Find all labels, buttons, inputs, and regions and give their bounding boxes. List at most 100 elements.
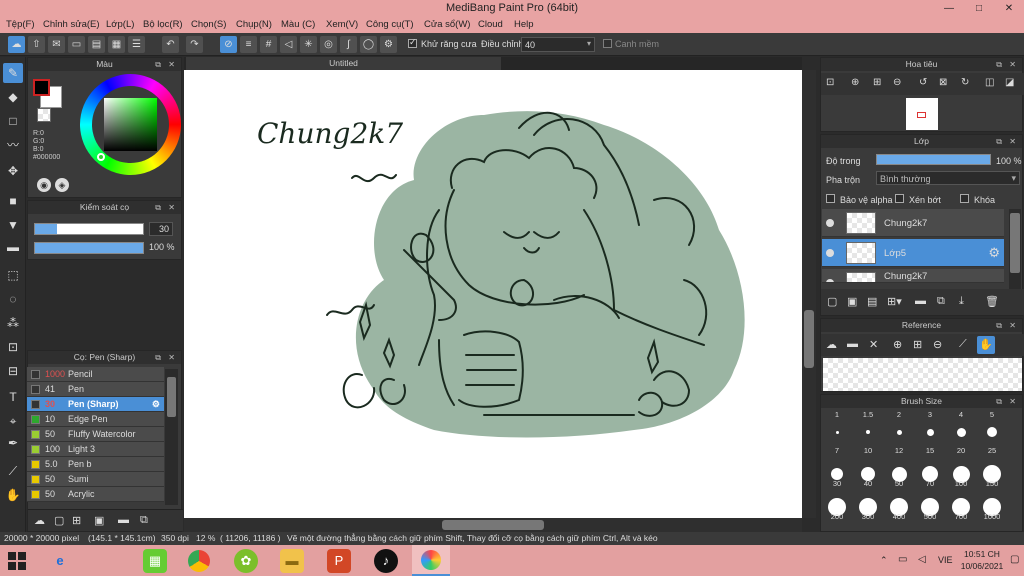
comment-icon[interactable]: ✉	[48, 36, 65, 53]
brush-size-preset[interactable]	[926, 428, 934, 436]
new-brush-icon[interactable]: ▢	[54, 514, 64, 527]
panel-close-icon[interactable]: ✕	[168, 201, 175, 214]
brush-item[interactable]: 10 Edge Pen	[27, 412, 164, 427]
redo-icon[interactable]: ↷	[186, 36, 203, 53]
move-tool-icon[interactable]: ✥	[3, 161, 23, 181]
file-explorer-icon[interactable]: ▬	[280, 549, 304, 573]
radial-snap-icon[interactable]: ✳	[300, 36, 317, 53]
brush-size-preset[interactable]	[835, 430, 839, 434]
minimize-button[interactable]: —	[934, 0, 964, 17]
canvas-hscroll[interactable]	[184, 518, 802, 532]
menu-file[interactable]: Tệp(F)	[6, 19, 35, 30]
new-1bit-layer-icon[interactable]: ▤	[867, 295, 877, 308]
undo-icon[interactable]: ↶	[162, 36, 179, 53]
notification-icon[interactable]: ▢	[1010, 554, 1019, 565]
panel-close-icon[interactable]: ✕	[168, 58, 175, 71]
bluestacks-icon[interactable]: ▦	[143, 549, 167, 573]
gradient-tool-icon[interactable]: ▬	[3, 237, 23, 257]
brush-size-slider[interactable]	[34, 223, 144, 235]
rotate-right-icon[interactable]: ↻	[961, 77, 969, 88]
canvas[interactable]: Chung2k7	[184, 70, 802, 518]
text-tool-icon[interactable]: T	[3, 387, 23, 407]
canvas-vscroll[interactable]	[802, 70, 816, 518]
menu-window[interactable]: Cửa sổ(W)	[424, 19, 470, 30]
menu-edit[interactable]: Chỉnh sửa(E)	[43, 19, 100, 30]
network-icon[interactable]: ▭	[898, 554, 907, 565]
zoom-in-icon[interactable]: ⊕	[851, 77, 859, 88]
soft-edge-checkbox[interactable]	[603, 39, 612, 48]
menu-cloud[interactable]: Cloud	[478, 19, 503, 30]
add-layer-menu-icon[interactable]: ⊞▾	[887, 295, 902, 308]
layer-opacity-slider[interactable]	[876, 154, 991, 165]
select-tool-icon[interactable]: ⬚	[3, 265, 23, 285]
zoom-out-icon[interactable]: ⊖	[933, 338, 942, 351]
internet-explorer-icon[interactable]: e	[48, 549, 72, 573]
new-layer-icon[interactable]: ▢	[827, 295, 837, 308]
copy-brush-icon[interactable]: ⧉	[140, 514, 148, 527]
chrome-icon[interactable]	[188, 550, 210, 572]
maximize-button[interactable]: □	[964, 0, 994, 17]
panel-icon[interactable]: ▭	[68, 36, 85, 53]
tray-chevron-icon[interactable]: ⌃	[880, 555, 888, 566]
hand-tool-icon[interactable]: ✋	[3, 485, 23, 505]
clock[interactable]: 10:51 CH 10/06/2021	[960, 548, 1004, 572]
brush-size-preset[interactable]	[987, 427, 997, 437]
panel-close-icon[interactable]: ✕	[1009, 319, 1016, 332]
ellipse-snap-icon[interactable]: ◯	[360, 36, 377, 53]
palette-add-icon[interactable]: ◈	[55, 178, 69, 192]
layer-row[interactable]: Chung2k7	[822, 269, 1004, 283]
eraser-tool-icon[interactable]: ◆	[3, 87, 23, 107]
select-eraser-icon[interactable]: ⊟	[3, 361, 23, 381]
bucket-tool-icon[interactable]: ▼	[3, 215, 23, 235]
list-icon[interactable]: ☰	[128, 36, 145, 53]
brush-opacity-slider[interactable]	[34, 242, 144, 254]
powerpoint-icon[interactable]: P	[327, 549, 351, 573]
input-language[interactable]: VIE	[938, 555, 953, 565]
eye-icon[interactable]	[826, 249, 834, 257]
hand-icon[interactable]: ✋	[977, 336, 995, 354]
magic-wand-icon[interactable]: ⁂	[3, 313, 23, 333]
close-button[interactable]: ✕	[994, 0, 1024, 17]
delete-layer-icon[interactable]: 🗑	[985, 295, 999, 308]
panel-float-icon[interactable]: ⧉	[996, 135, 1002, 148]
windows-start-icon[interactable]	[8, 552, 26, 570]
palette-icon[interactable]: ◉	[37, 178, 51, 192]
eyedropper-icon[interactable]: ⟋	[959, 338, 967, 351]
canvas-tab[interactable]: Untitled	[186, 57, 501, 70]
brush-item[interactable]: 100 Light 3	[27, 442, 164, 457]
share-icon[interactable]: ⇧	[28, 36, 45, 53]
panel-float-icon[interactable]: ⧉	[155, 58, 161, 71]
circle-snap-icon[interactable]: ◎	[320, 36, 337, 53]
layer-settings-icon[interactable]: ⚙	[988, 245, 1000, 261]
actual-size-icon[interactable]: ⊞	[913, 338, 922, 351]
add-brush-icon[interactable]: ⊞	[72, 514, 81, 527]
zoom-in-icon[interactable]: ⊕	[893, 338, 902, 351]
brush-item[interactable]: 5.0 Pen b	[27, 457, 164, 472]
panel-float-icon[interactable]: ⧉	[155, 351, 161, 364]
brush-item[interactable]: 1000 Pencil	[27, 367, 164, 382]
blur-tool-icon[interactable]: 〰	[3, 135, 23, 155]
flip-icon[interactable]: ◫	[985, 77, 994, 88]
close-icon[interactable]: ✕	[869, 338, 878, 351]
nav-fit-icon[interactable]: ⊡	[826, 77, 834, 88]
duplicate-layer-icon[interactable]: ⧉	[937, 295, 945, 308]
menu-color[interactable]: Màu (C)	[281, 19, 315, 30]
brush-size-preset[interactable]	[956, 427, 966, 437]
hue-handle[interactable]	[97, 153, 105, 161]
panel-close-icon[interactable]: ✕	[168, 351, 175, 364]
panel-float-icon[interactable]: ⧉	[996, 58, 1002, 71]
page-icon[interactable]: ▤	[88, 36, 105, 53]
protect-alpha-checkbox[interactable]	[826, 194, 835, 203]
operation-tool-icon[interactable]: ⌖	[3, 411, 23, 431]
layer-list-scrollbar[interactable]	[1009, 209, 1021, 289]
brush-list-scrollbar[interactable]	[165, 369, 178, 505]
menu-layer[interactable]: Lớp(L)	[106, 19, 134, 30]
dot-tool-icon[interactable]: □	[3, 111, 23, 131]
eye-icon[interactable]	[826, 279, 834, 282]
brush-size-preset[interactable]	[896, 429, 902, 435]
menu-filter[interactable]: Bộ lọc(R)	[143, 19, 183, 30]
brush-item[interactable]: 30 Pen (Sharp) ⚙	[27, 397, 164, 412]
cloud-icon[interactable]: ☁	[8, 36, 25, 53]
panel-float-icon[interactable]: ⧉	[996, 395, 1002, 408]
panel-float-icon[interactable]: ⧉	[996, 319, 1002, 332]
